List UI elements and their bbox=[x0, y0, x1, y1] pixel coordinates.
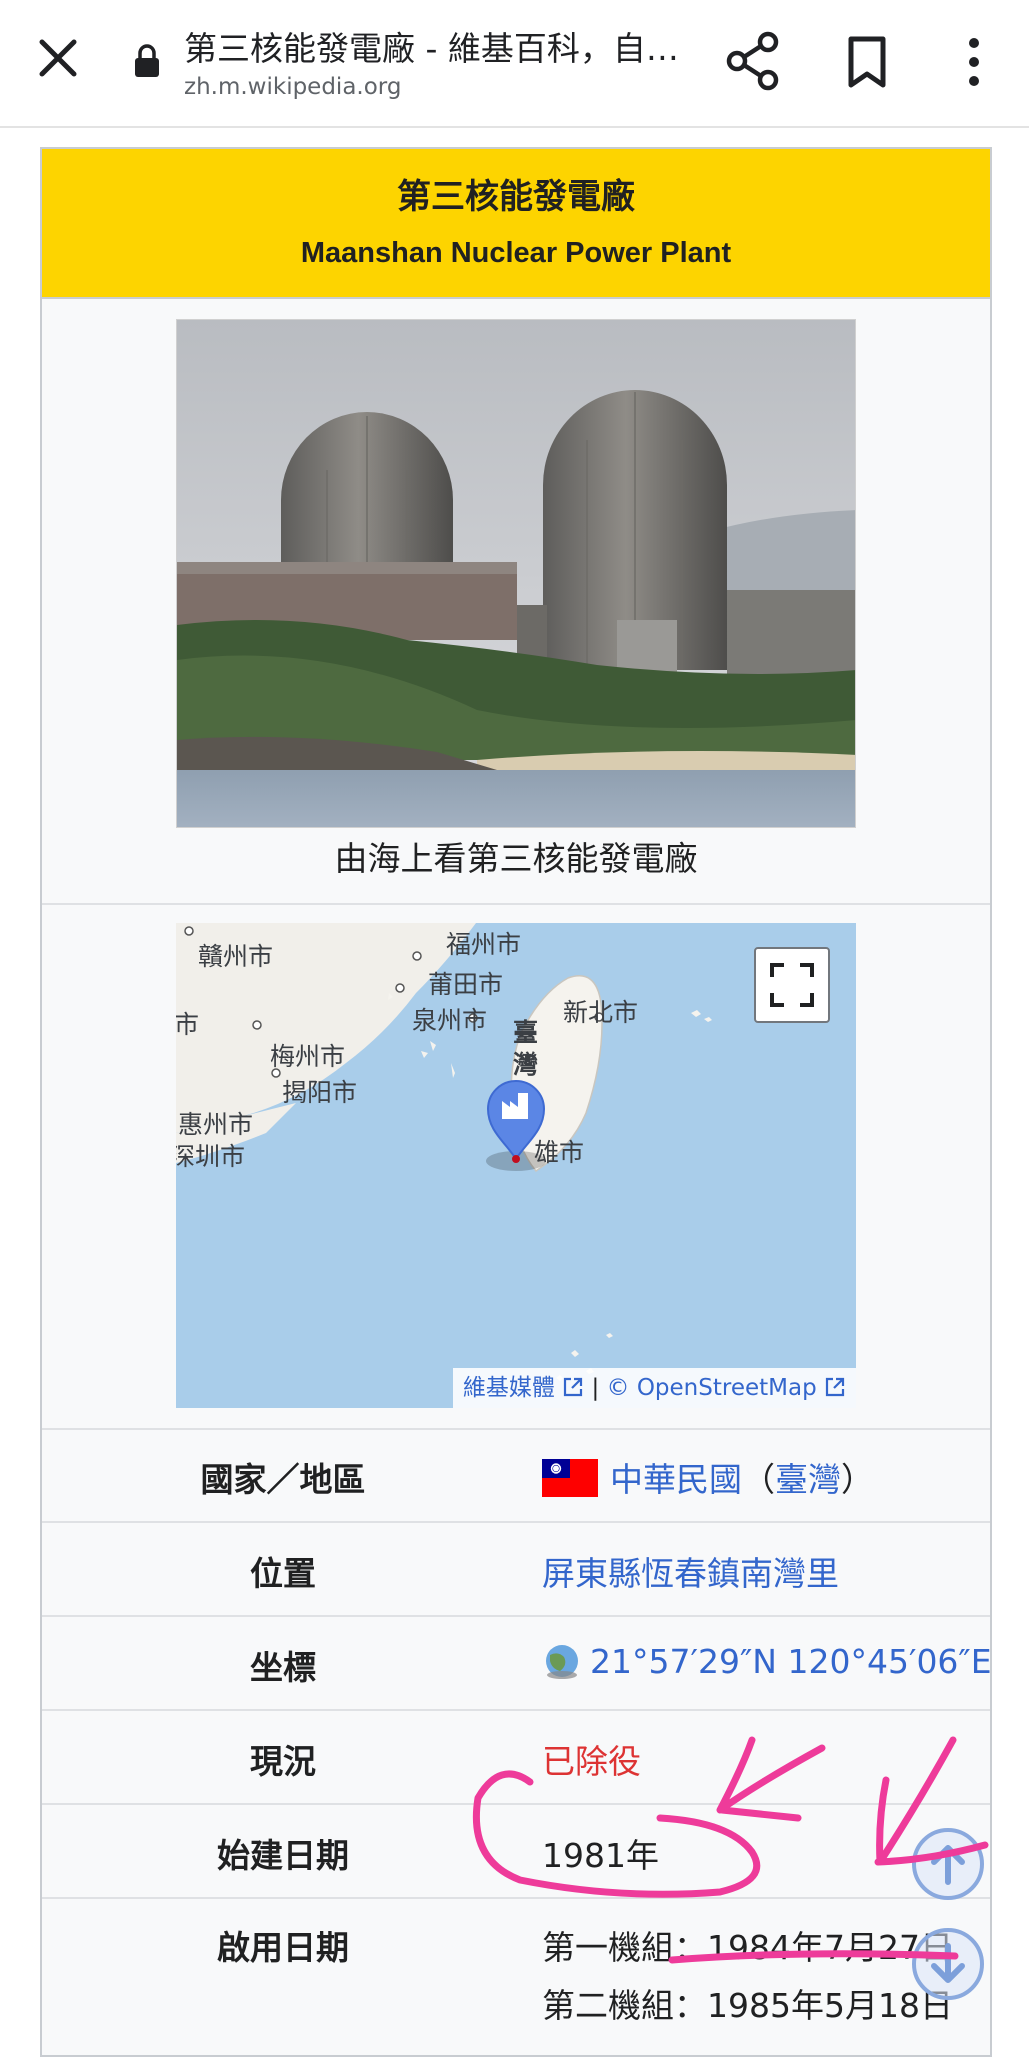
map-label: 雄市 bbox=[534, 1138, 585, 1167]
map-label: 梅州市 bbox=[270, 1042, 346, 1071]
row-divider bbox=[42, 903, 990, 905]
plant-photo[interactable] bbox=[176, 319, 856, 828]
photo-caption: 由海上看第三核能發電廠 bbox=[334, 839, 698, 878]
plant-photo-drawing bbox=[177, 320, 855, 827]
fullscreen-icon bbox=[770, 963, 814, 1007]
row-label-coordinates: 坐標 bbox=[250, 1648, 316, 1687]
attribution-separator: | bbox=[591, 1375, 600, 1401]
map-attribution: 維基媒體 | © OpenStreetMap bbox=[452, 1368, 856, 1408]
browser-toolbar: 第三核能發電廠 - 維基百科，自… zh.m.wikipedia.org bbox=[0, 0, 1029, 128]
row-divider bbox=[42, 1803, 990, 1805]
lock-icon bbox=[135, 44, 159, 77]
attribution-osm-link[interactable]: © OpenStreetMap bbox=[607, 1375, 817, 1401]
coordinates-link[interactable]: 21°57′29″N 120°45′06″E bbox=[590, 1642, 992, 1681]
row-divider bbox=[42, 1428, 990, 1430]
map-label: 深圳市 bbox=[176, 1142, 246, 1171]
location-map[interactable]: 贛州市 福州市 莆田市 泉州市 新北市 市 梅州市 臺 灣 揭阳市 惠州市 深圳… bbox=[176, 923, 856, 1408]
infobox-title: 第三核能發電廠 bbox=[397, 177, 635, 217]
page-title[interactable]: 第三核能發電廠 - 維基百科，自… bbox=[184, 22, 684, 70]
map-label: 泉州市 bbox=[412, 1006, 488, 1035]
map-label: 莆田市 bbox=[428, 970, 504, 999]
row-divider bbox=[42, 1521, 990, 1523]
paren-open: （ bbox=[742, 1460, 775, 1499]
bookmark-icon[interactable] bbox=[842, 34, 892, 90]
row-label-commissioning: 啟用日期 bbox=[217, 1928, 349, 1967]
row-divider bbox=[42, 1709, 990, 1711]
row-label-country: 國家／地區 bbox=[200, 1460, 366, 1499]
country-link[interactable]: 中華民國 bbox=[610, 1460, 742, 1499]
map-label: 灣 bbox=[513, 1050, 539, 1079]
infobox-header: 第三核能發電廠 Maanshan Nuclear Power Plant bbox=[42, 149, 990, 299]
close-icon[interactable] bbox=[28, 28, 88, 88]
map-fullscreen-button[interactable] bbox=[754, 947, 830, 1023]
external-link-icon bbox=[564, 1377, 583, 1397]
row-divider bbox=[42, 1897, 990, 1899]
share-icon[interactable] bbox=[724, 30, 782, 92]
map-label: 揭阳市 bbox=[282, 1078, 358, 1107]
map-label: 福州市 bbox=[446, 930, 522, 959]
commissioning-unit2: 第二機組：1985年5月18日 bbox=[542, 1986, 953, 2025]
roc-flag-icon bbox=[542, 1459, 598, 1497]
infobox: 第三核能發電廠 Maanshan Nuclear Power Plant 由海上… bbox=[40, 147, 992, 2057]
taiwan-link[interactable]: 臺灣 bbox=[775, 1460, 841, 1499]
map-label: 贛州市 bbox=[198, 942, 274, 971]
map-label: 新北市 bbox=[563, 998, 639, 1027]
external-link-icon bbox=[825, 1377, 845, 1397]
scroll-up-button[interactable] bbox=[910, 1826, 986, 1902]
scroll-down-button[interactable] bbox=[910, 1926, 986, 2002]
page-url[interactable]: zh.m.wikipedia.org bbox=[184, 74, 401, 100]
row-value-coordinates: 21°57′29″N 120°45′06″E bbox=[542, 1641, 992, 1681]
infobox-subtitle: Maanshan Nuclear Power Plant bbox=[300, 237, 732, 269]
status-value: 已除役 bbox=[542, 1742, 641, 1781]
map-label: 惠州市 bbox=[178, 1110, 254, 1139]
map-label: 臺 bbox=[513, 1018, 539, 1047]
row-value-country: 中華民國（臺灣） bbox=[542, 1453, 874, 1501]
row-label-status: 現況 bbox=[250, 1742, 316, 1781]
row-label-location: 位置 bbox=[250, 1554, 316, 1593]
map-label: 市 bbox=[176, 1010, 200, 1039]
more-vert-icon[interactable] bbox=[955, 34, 993, 90]
location-link[interactable]: 屏東縣恆春鎮南灣里 bbox=[542, 1547, 839, 1595]
attribution-media-link[interactable]: 維基媒體 bbox=[463, 1375, 555, 1401]
construction-start-value: 1981年 bbox=[542, 1836, 659, 1875]
row-label-construction-start: 始建日期 bbox=[217, 1836, 349, 1875]
paren-close: ） bbox=[841, 1460, 874, 1499]
row-divider bbox=[42, 1615, 990, 1617]
globe-icon bbox=[546, 1645, 578, 1679]
commissioning-unit1: 第一機組：1984年7月27日 bbox=[542, 1928, 953, 1967]
